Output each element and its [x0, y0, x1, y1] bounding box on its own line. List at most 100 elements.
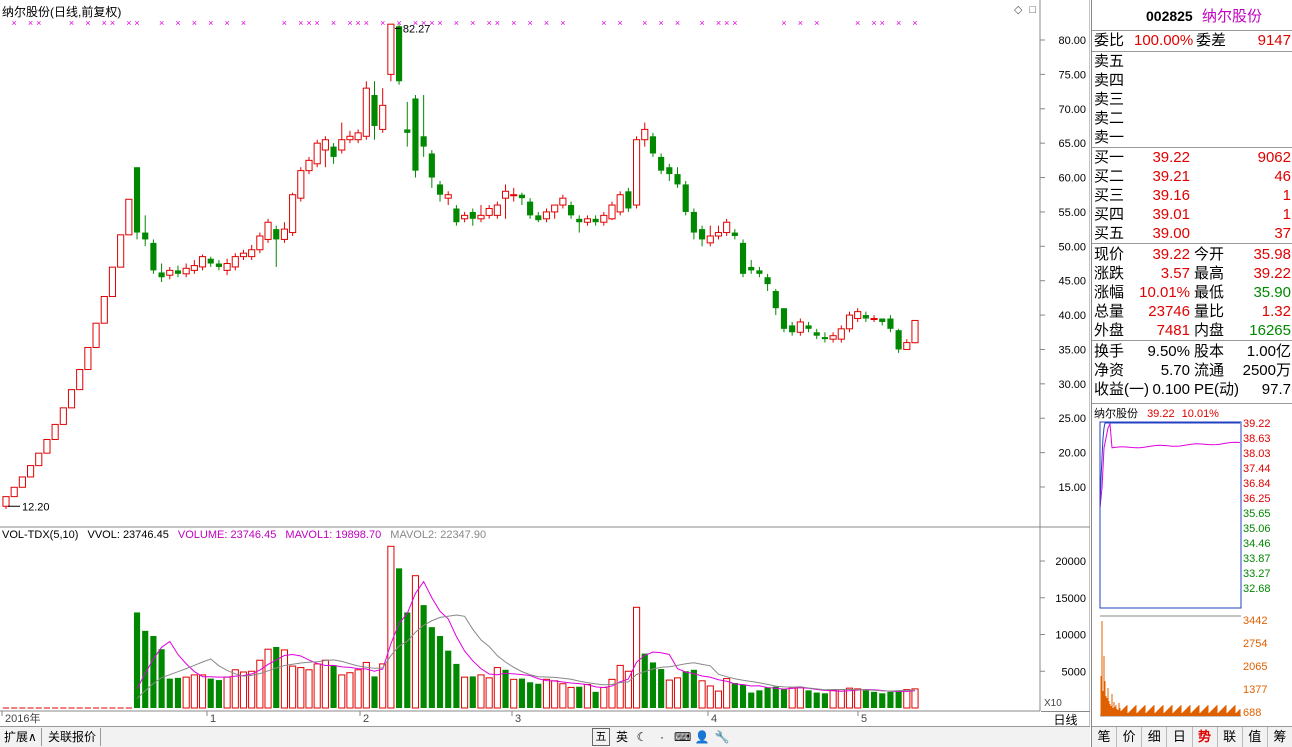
candle-body [559, 197, 567, 206]
time-label: 1 [210, 713, 216, 725]
candle-body [583, 218, 592, 223]
volume-value: VOLUME: 23746.45 [177, 529, 277, 541]
vol-bar [535, 683, 542, 708]
candle-body [501, 190, 510, 199]
price-tick-label: 25.00 [1058, 413, 1086, 425]
vol-bar [551, 680, 559, 709]
tab-related-quotes[interactable]: 关联报价 [44, 728, 102, 746]
kline-chart[interactable]: 80.00 75.00 70.00 65.00 60.00 55.00 50.00 45.00… [0, 0, 1090, 747]
tab-expand[interactable]: 扩展∧ [0, 728, 42, 746]
vol-bar [411, 575, 420, 709]
candle-body [43, 438, 51, 454]
diamond-icon[interactable]: ◇ [1014, 4, 1022, 16]
moon-icon[interactable]: ☾ [634, 729, 650, 745]
vol-bar [387, 545, 395, 709]
quote-tab[interactable]: 势 [1193, 727, 1218, 747]
candle-body [142, 232, 149, 240]
candle-body [198, 256, 207, 268]
candle-body [870, 318, 878, 321]
candle-body [576, 218, 583, 223]
candle-body [256, 235, 264, 251]
candle-body [567, 205, 575, 216]
dot-icon[interactable]: · [654, 729, 670, 745]
signal-marker: × [724, 18, 729, 28]
vol-bar [493, 667, 501, 709]
vol-bar [854, 688, 862, 709]
signal-marker: × [618, 18, 623, 28]
signal-marker: × [175, 18, 180, 28]
quote-tab[interactable]: 联 [1218, 727, 1243, 747]
signal-marker: × [347, 18, 352, 28]
user-icon[interactable]: 👤 [694, 729, 710, 745]
quote-tab[interactable]: 价 [1117, 727, 1143, 747]
quote-tab[interactable]: 笔 [1092, 727, 1118, 747]
vol-bar [837, 689, 845, 709]
vol-bar [280, 649, 289, 709]
quote-tab[interactable]: 值 [1243, 727, 1268, 747]
vol-bar [600, 686, 608, 709]
vol-bar [592, 691, 599, 708]
candle-body [436, 184, 444, 195]
signal-marker: × [871, 18, 876, 28]
signal-marker: × [208, 18, 213, 28]
price-tick-label: 35.00 [1058, 344, 1086, 356]
input-mode-icon[interactable]: 五 [592, 728, 610, 746]
candle-body [92, 322, 100, 348]
price-tick-label: 40.00 [1058, 310, 1086, 322]
vol-bar [420, 605, 427, 708]
keyboard-icon[interactable]: ⌨ [674, 729, 691, 745]
quote-tab[interactable]: 筹 [1268, 727, 1292, 747]
intraday-minichart[interactable]: 39.22 38.63 38.03 37.44 36.84 36.25 35.65 35.06… [1092, 418, 1292, 723]
candle-body [379, 104, 387, 130]
vol-bar [731, 683, 738, 708]
candle-body [845, 314, 854, 330]
signal-marker: × [511, 18, 516, 28]
signal-marker: × [306, 18, 311, 28]
candle-body [289, 194, 297, 234]
signal-marker: × [192, 18, 197, 28]
quote-tab[interactable]: 细 [1142, 727, 1168, 747]
vol-bar [887, 691, 894, 708]
candle-body [420, 136, 427, 147]
candle-body [362, 87, 370, 137]
signal-marker: × [134, 18, 139, 28]
mini-price-tick: 35.06 [1243, 523, 1271, 535]
vol-bar [616, 664, 624, 709]
wrench-icon[interactable]: 🔧 [714, 729, 730, 745]
mini-vol-tick: 688 [1243, 707, 1261, 719]
price-tick-label: 45.00 [1058, 276, 1086, 288]
corner-controls[interactable]: ◇ □ [1014, 3, 1036, 16]
quote-tab[interactable]: 日 [1167, 727, 1193, 747]
vol-bar [723, 678, 731, 709]
price-tick-label: 30.00 [1058, 379, 1086, 391]
vol-bar [338, 674, 346, 709]
candle-body [527, 201, 534, 216]
indicator-name[interactable]: VOL-TDX(5,10) [2, 529, 78, 541]
vol-bar [469, 676, 476, 708]
vol-bar [764, 687, 771, 708]
mini-price-frame [1099, 421, 1242, 609]
vol-bar [150, 635, 157, 708]
english-mode-icon[interactable]: 英 [614, 729, 630, 745]
square-icon[interactable]: □ [1030, 4, 1037, 16]
candle-body [731, 232, 738, 236]
vol-bar [690, 669, 697, 708]
candle-body [608, 204, 616, 220]
time-label: 4 [711, 713, 717, 725]
vol-bar [428, 627, 435, 708]
signal-marker: × [544, 18, 549, 28]
mini-price-tick: 38.03 [1243, 448, 1271, 460]
main-chart-area[interactable]: 80.00 75.00 70.00 65.00 60.00 55.00 50.00 45.00… [0, 0, 1090, 747]
candle-body [59, 407, 67, 425]
vol-bar [207, 678, 214, 708]
candle-body [485, 207, 493, 216]
candle-body [542, 211, 551, 220]
candle-body [207, 258, 214, 264]
fin-row: 换手 9.50% 股本 1.00亿 [1094, 343, 1291, 360]
candle-body [666, 167, 673, 175]
price-tick-label: 60.00 [1058, 173, 1086, 185]
signal-marker: × [527, 18, 532, 28]
status-icons: 五 英 ☾ · ⌨ 👤 🔧 [592, 728, 730, 746]
signal-marker: × [487, 18, 492, 28]
vol-bar [273, 646, 280, 708]
